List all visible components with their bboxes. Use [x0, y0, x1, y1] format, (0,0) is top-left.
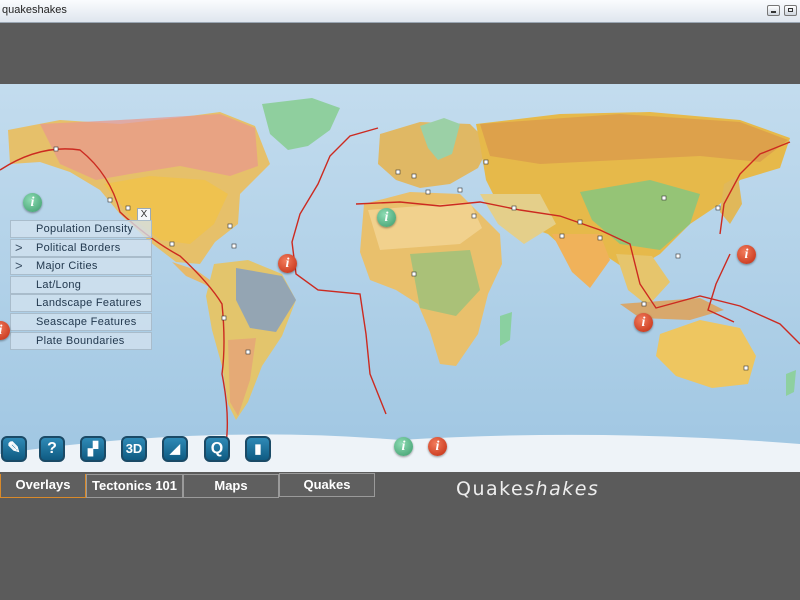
- quake-marker-red[interactable]: i: [428, 437, 447, 456]
- app-logo-text: Quakeshakes: [456, 478, 599, 500]
- overlay-plate-boundaries[interactable]: Plate Boundaries: [10, 331, 152, 350]
- overlay-label: Seascape Features: [36, 315, 137, 328]
- window-title: quakeshakes: [2, 4, 67, 16]
- quake-marker-red[interactable]: i: [278, 254, 297, 273]
- overlay-label: Major Cities: [36, 260, 98, 273]
- overlay-label: Plate Boundaries: [36, 334, 125, 347]
- restore-button[interactable]: [784, 5, 797, 16]
- chart-icon[interactable]: ▮: [245, 436, 271, 462]
- title-bar: quakeshakes: [0, 0, 800, 23]
- quake-marker-red[interactable]: i: [737, 245, 756, 264]
- expand-arrow-icon[interactable]: >: [15, 258, 23, 274]
- compass-icon[interactable]: ✎: [1, 436, 27, 462]
- help-icon[interactable]: ?: [39, 436, 65, 462]
- tab-maps[interactable]: Maps: [183, 474, 279, 498]
- brand-prefix: Quake: [456, 478, 525, 500]
- minimize-button[interactable]: [767, 5, 780, 16]
- brand-suffix: shakes: [524, 478, 600, 500]
- overlay-lat-long[interactable]: Lat/Long: [10, 275, 152, 294]
- tab-quakes[interactable]: Quakes: [279, 473, 375, 497]
- comment-icon[interactable]: ▞: [80, 436, 106, 462]
- info-marker-green[interactable]: i: [377, 208, 396, 227]
- tab-overlays[interactable]: Overlays: [0, 474, 86, 498]
- overlay-major-cities[interactable]: > Major Cities: [10, 257, 152, 276]
- magnify-icon[interactable]: Q: [204, 436, 230, 462]
- overlays-panel: Population Density > Political Borders >…: [10, 220, 152, 350]
- overlay-population-density[interactable]: Population Density: [10, 220, 152, 238]
- overlay-label: Landscape Features: [36, 297, 142, 310]
- overlay-label: Lat/Long: [36, 278, 82, 291]
- rss-icon[interactable]: ◢: [162, 436, 188, 462]
- expand-arrow-icon[interactable]: >: [15, 240, 23, 256]
- overlay-label: Political Borders: [36, 241, 121, 254]
- overlay-political-borders[interactable]: > Political Borders: [10, 238, 152, 257]
- overlay-landscape-features[interactable]: Landscape Features: [10, 294, 152, 313]
- tab-tectonics-101[interactable]: Tectonics 101: [86, 474, 183, 498]
- info-marker-green[interactable]: i: [23, 193, 42, 212]
- info-marker-green[interactable]: i: [394, 437, 413, 456]
- 3d-icon[interactable]: 3D: [121, 436, 147, 462]
- quake-marker-red[interactable]: i: [634, 313, 653, 332]
- overlay-label: Population Density: [36, 223, 134, 235]
- overlay-seascape-features[interactable]: Seascape Features: [10, 312, 152, 331]
